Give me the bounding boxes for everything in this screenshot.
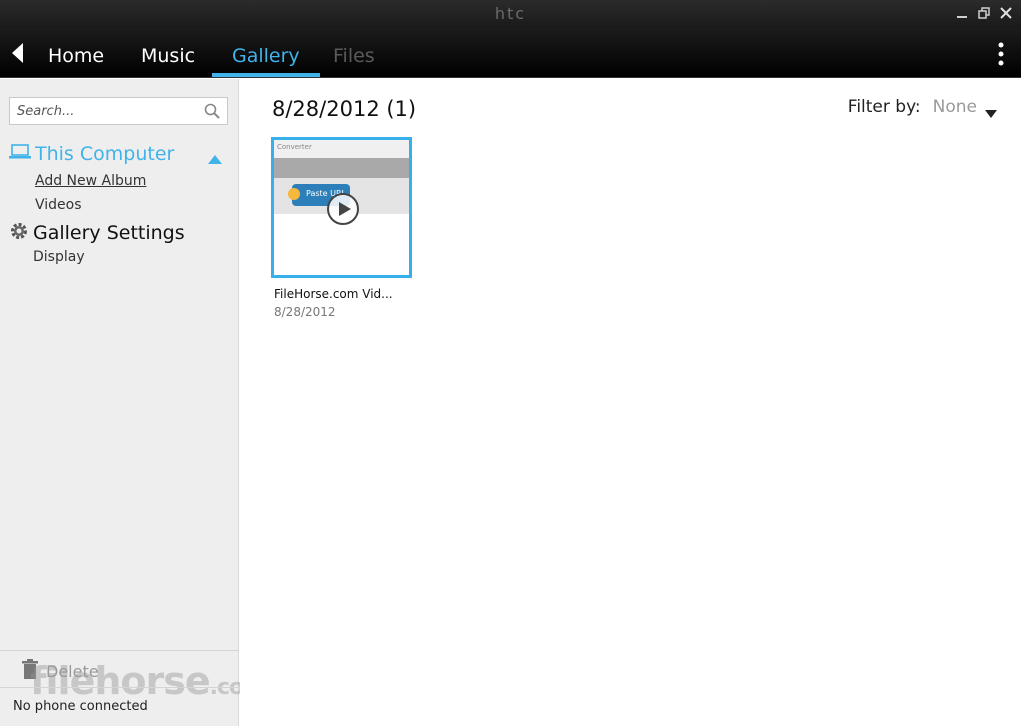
search-icon[interactable] — [204, 103, 220, 119]
gallery-settings-section[interactable]: Gallery Settings — [9, 220, 185, 246]
collapse-up-icon[interactable] — [208, 149, 222, 164]
play-icon — [326, 192, 360, 226]
thumbnail-header: Converter — [274, 140, 409, 158]
divider — [0, 687, 239, 688]
add-new-album-link[interactable]: Add New Album — [35, 173, 146, 189]
gallery-content: 8/28/2012 (1) Filter by: None Converter … — [240, 79, 1021, 726]
search-box — [9, 97, 228, 125]
minimize-icon[interactable] — [953, 4, 971, 22]
tab-home[interactable]: Home — [28, 28, 124, 77]
thumbnail-band — [274, 158, 409, 178]
tab-files: Files — [333, 45, 375, 67]
phone-status-text: No phone connected — [13, 699, 148, 714]
gallery-settings-label: Gallery Settings — [33, 222, 185, 244]
laptop-icon — [9, 144, 31, 164]
this-computer-section[interactable]: This Computer — [9, 141, 228, 167]
thumbnail-badge — [288, 188, 300, 200]
main-navigation: Home Music Gallery Files — [0, 28, 1021, 78]
window-controls — [953, 4, 1015, 22]
more-options-icon[interactable] — [997, 42, 1005, 66]
video-title[interactable]: FileHorse.com Vid... — [274, 287, 404, 301]
date-group-heading: 8/28/2012 (1) — [272, 97, 417, 121]
sidebar: This Computer Add New Album Videos Galle… — [0, 79, 266, 726]
title-bar: htc — [0, 0, 1021, 28]
gear-icon — [9, 221, 29, 245]
filter-label: Filter by: — [847, 97, 921, 117]
video-thumbnail[interactable]: Converter Paste URL — [271, 137, 412, 278]
tab-music[interactable]: Music — [121, 28, 215, 77]
video-date: 8/28/2012 — [274, 305, 336, 319]
sidebar-item-display[interactable]: Display — [33, 249, 85, 265]
filter-dropdown[interactable]: None — [933, 97, 977, 117]
close-icon[interactable] — [997, 4, 1015, 22]
chevron-down-icon[interactable] — [985, 103, 997, 118]
sidebar-footer: Delete filehorse.com No phone connected — [0, 650, 266, 726]
back-arrow-icon[interactable] — [8, 42, 28, 64]
restore-icon[interactable] — [975, 4, 993, 22]
search-input[interactable] — [10, 98, 200, 124]
this-computer-label: This Computer — [35, 143, 175, 165]
filter-control: Filter by: None — [847, 97, 997, 118]
app-brand: htc — [494, 4, 527, 23]
watermark-logo: filehorse.com — [30, 659, 266, 703]
tab-gallery[interactable]: Gallery — [212, 28, 320, 77]
sidebar-item-videos[interactable]: Videos — [35, 197, 82, 213]
